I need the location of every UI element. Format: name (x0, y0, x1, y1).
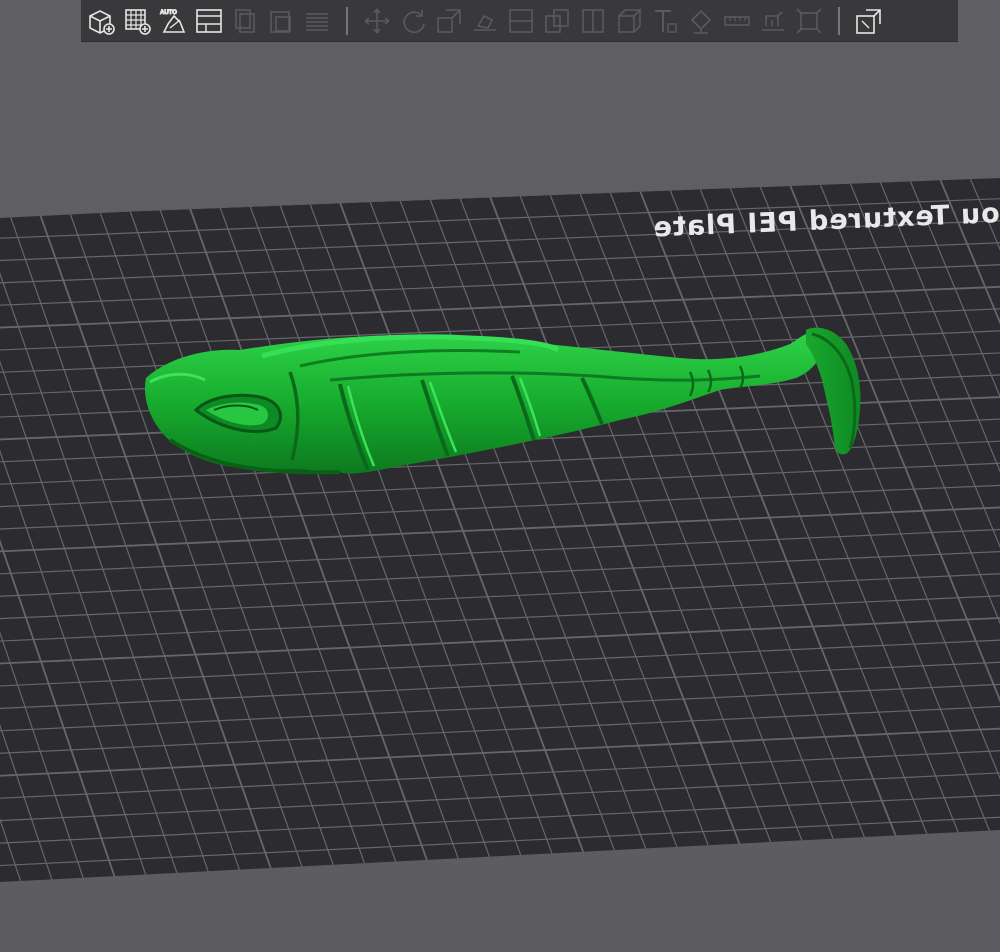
copy-icon (235, 8, 255, 33)
box-button[interactable] (611, 3, 647, 39)
auto-arrange-button[interactable]: AUTO (155, 3, 191, 39)
move-icon (364, 8, 390, 33)
paste-button[interactable] (263, 3, 299, 39)
3d-viewport[interactable]: ou Textured PEI Plate AUTO (0, 0, 1000, 952)
cut-icon (545, 8, 569, 33)
lay-on-face-button[interactable] (467, 3, 503, 39)
auto-arrange-icon: AUTO (160, 9, 186, 33)
scale-button[interactable] (431, 3, 467, 39)
rotate-icon (403, 9, 425, 33)
move-button[interactable] (359, 3, 395, 39)
toolbar-separator-2 (838, 6, 840, 35)
scale-icon (437, 8, 461, 33)
layout-icon (196, 8, 222, 33)
svg-text:AUTO: AUTO (160, 10, 177, 16)
arrange-icon (796, 7, 822, 34)
mirror-icon (582, 8, 604, 33)
assembly-icon (856, 8, 881, 34)
grid-add-icon (125, 8, 151, 35)
scene-canvas[interactable]: ou Textured PEI Plate (0, 0, 1000, 952)
measure-icon (724, 15, 750, 26)
layout-button[interactable] (191, 3, 227, 39)
text-button[interactable] (647, 3, 683, 39)
cube-add-icon (89, 9, 115, 35)
rotate-button[interactable] (395, 3, 431, 39)
arrange-button[interactable] (791, 3, 827, 39)
add-grid-button[interactable] (119, 3, 155, 39)
cut-button[interactable] (539, 3, 575, 39)
layers-icon (306, 12, 328, 31)
top-toolbar: AUTO (81, 0, 958, 42)
toolbar-separator (346, 6, 348, 35)
paint-button[interactable] (683, 3, 719, 39)
box-icon (618, 8, 642, 33)
split-button[interactable] (503, 3, 539, 39)
split-icon (509, 8, 533, 33)
add-object-button[interactable] (83, 3, 119, 39)
lay-on-face-icon (474, 14, 496, 31)
layers-button[interactable] (299, 3, 335, 39)
paste-icon (270, 10, 291, 33)
paint-icon (690, 9, 712, 34)
assembly-button[interactable] (851, 3, 887, 39)
copy-button[interactable] (227, 3, 263, 39)
support-button[interactable] (755, 3, 791, 39)
measure-button[interactable] (719, 3, 755, 39)
text-icon (655, 9, 677, 33)
support-icon (762, 10, 784, 31)
mirror-button[interactable] (575, 3, 611, 39)
